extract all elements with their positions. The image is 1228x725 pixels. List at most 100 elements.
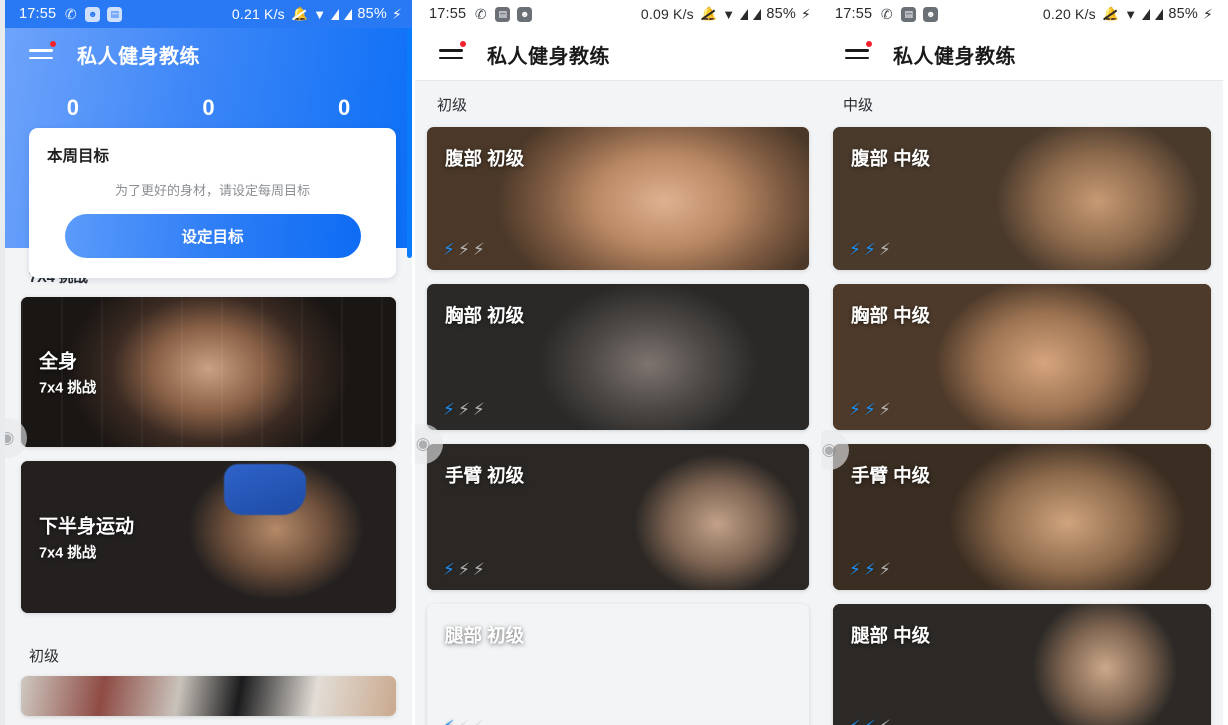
wifi-icon: ▼ xyxy=(722,6,736,22)
card-title: 胸部 初级 xyxy=(445,305,525,326)
page-title: 私人健身教练 xyxy=(77,45,200,68)
bolt-icon: ⚡ xyxy=(879,718,891,725)
bolt-icon: ⚡ xyxy=(863,240,876,259)
notification-badge-dot xyxy=(50,41,56,47)
card-title: 腹部 初级 xyxy=(445,148,525,169)
bolt-icon: ⚡ xyxy=(878,240,891,259)
bolt-icon: ⚡ xyxy=(473,718,485,725)
intermediate-content: 中级 腹部 中级 ⚡ ⚡ ⚡ 胸部 中级 ⚡ ⚡ ⚡ 手臂 中级 ⚡ ⚡ ⚡ 腿… xyxy=(821,80,1223,725)
signal-icon xyxy=(740,8,749,20)
section-title-beginner: 初级 xyxy=(437,97,468,114)
app-icon: ☻ xyxy=(923,6,939,22)
status-time: 17:55 xyxy=(835,6,873,22)
bell-off-icon: 🔔 xyxy=(291,6,309,21)
bolt-icon: ⚡ xyxy=(864,718,876,725)
bolt-icon: ⚡ xyxy=(863,560,876,579)
menu-icon[interactable] xyxy=(29,41,57,65)
pictures-icon: ▤ xyxy=(107,6,123,22)
difficulty-indicator: ⚡ ⚡ ⚡ xyxy=(849,561,891,578)
section-title-beginner: 初级 xyxy=(29,647,60,665)
wechat-icon: ✆ xyxy=(880,5,893,22)
status-bar: 17:55 ✆ ☻ ▤ 0.21 K/s 🔔 ▼ 85% ⚡ xyxy=(5,0,412,28)
workout-card-arm-beginner[interactable]: 手臂 初级 ⚡ ⚡ ⚡ xyxy=(427,444,809,590)
card-title: 手臂 中级 xyxy=(851,465,931,486)
workout-card-leg-beginner[interactable]: 腿部 初级 ⚡ ⚡ ⚡ xyxy=(427,604,809,725)
bolt-icon: ⚡ xyxy=(443,400,455,419)
bolt-icon: ⚡ xyxy=(458,718,470,725)
card-title: 全身 xyxy=(39,351,78,372)
card-photo xyxy=(21,675,396,716)
page-title: 私人健身教练 xyxy=(487,45,610,68)
workout-card-abs-intermediate[interactable]: 腹部 中级 ⚡ ⚡ ⚡ xyxy=(833,127,1211,270)
weekly-goal-card: 本周目标 为了更好的身材，请设定每周目标 设定目标 xyxy=(29,128,396,278)
workout-card-arm-intermediate[interactable]: 手臂 中级 ⚡ ⚡ ⚡ xyxy=(833,444,1211,590)
network-rate: 0.20 K/s xyxy=(1042,6,1096,22)
menu-icon[interactable] xyxy=(439,41,467,65)
signal-icon xyxy=(331,8,340,20)
bolt-icon: ⚡ xyxy=(457,240,470,259)
bell-off-icon: 🔔 xyxy=(700,6,718,21)
bolt-icon: ⚡ xyxy=(849,718,861,725)
signal-icon xyxy=(753,8,762,20)
status-bar-right: 0.20 K/s 🔔 ▼ 85% ⚡ xyxy=(1043,6,1213,23)
bolt-icon: ⚡ xyxy=(878,560,891,579)
phone-screen-home: 17:55 ✆ ☻ ▤ 0.21 K/s 🔔 ▼ 85% ⚡ 私人健身教练 0 … xyxy=(0,0,412,725)
difficulty-indicator: ⚡ ⚡ ⚡ xyxy=(849,718,891,725)
charging-icon: ⚡ xyxy=(391,5,402,22)
status-bar: 17:55 ✆ ▤ ☻ 0.20 K/s 🔔 ▼ 85% ⚡ xyxy=(821,0,1223,28)
card-label: 下半身运动 7x4 挑战 xyxy=(39,511,134,562)
app-icon: ☻ xyxy=(85,6,101,22)
workout-card-lowerbody[interactable]: 下半身运动 7x4 挑战 xyxy=(21,460,396,613)
battery-level: 85% xyxy=(357,6,387,22)
stat-value: 0 xyxy=(338,95,351,120)
section-title-intermediate: 中级 xyxy=(843,97,874,114)
app-icon: ☻ xyxy=(517,6,533,22)
workout-card-abs-beginner[interactable]: 腹部 初级 ⚡ ⚡ ⚡ xyxy=(427,127,809,270)
scrollbar[interactable] xyxy=(407,28,412,258)
status-bar: 17:55 ✆ ▤ ☻ 0.09 K/s 🔔 ▼ 85% ⚡ xyxy=(415,0,821,28)
assistant-icon: ◉ xyxy=(821,440,837,459)
phone-screen-intermediate: 17:55 ✆ ▤ ☻ 0.20 K/s 🔔 ▼ 85% ⚡ 私人健身教练 中级… xyxy=(821,0,1223,725)
set-goal-button[interactable]: 设定目标 xyxy=(64,214,361,258)
assistant-icon: ◉ xyxy=(0,428,15,447)
signal-icon xyxy=(344,8,353,20)
home-hero: 私人健身教练 0 运动 0 千卡 0 分钟 本周目标 为了更好的身材，请设定每周 xyxy=(5,28,412,278)
signal-icon xyxy=(1155,8,1164,20)
bell-off-icon: 🔔 xyxy=(1102,6,1120,21)
card-subtitle: 7x4 挑战 xyxy=(39,380,97,396)
difficulty-indicator: ⚡ ⚡ ⚡ xyxy=(443,718,485,725)
network-rate: 0.21 K/s xyxy=(231,6,285,22)
stat-value: 0 xyxy=(202,95,215,120)
pictures-icon: ▤ xyxy=(495,6,511,22)
workout-card-fullbody[interactable]: 全身 7x4 挑战 xyxy=(21,296,396,447)
battery-level: 85% xyxy=(766,6,796,22)
pictures-icon: ▤ xyxy=(901,6,917,22)
status-bar-right: 0.21 K/s 🔔 ▼ 85% ⚡ xyxy=(232,6,402,23)
bolt-icon: ⚡ xyxy=(878,400,891,419)
status-time: 17:55 xyxy=(19,6,57,22)
bolt-icon: ⚡ xyxy=(443,560,455,579)
workout-card-chest-intermediate[interactable]: 胸部 中级 ⚡ ⚡ ⚡ xyxy=(833,284,1211,430)
workout-card-leg-intermediate[interactable]: 腿部 中级 ⚡ ⚡ ⚡ xyxy=(833,604,1211,725)
status-bar-left: 17:55 ✆ ▤ ☻ xyxy=(429,5,533,22)
card-title: 下半身运动 xyxy=(39,516,135,537)
page-title: 私人健身教练 xyxy=(893,45,1016,68)
bolt-icon: ⚡ xyxy=(849,240,861,259)
card-title: 手臂 初级 xyxy=(445,465,525,486)
screenshot-root: 17:55 ✆ ☻ ▤ 0.21 K/s 🔔 ▼ 85% ⚡ 私人健身教练 0 … xyxy=(0,0,1228,725)
difficulty-indicator: ⚡ ⚡ ⚡ xyxy=(849,401,891,418)
card-title: 胸部 中级 xyxy=(851,305,931,326)
wechat-icon: ✆ xyxy=(64,5,77,22)
phone-screen-beginner: 17:55 ✆ ▤ ☻ 0.09 K/s 🔔 ▼ 85% ⚡ 私人健身教练 初级… xyxy=(415,0,821,725)
workout-card-partial[interactable] xyxy=(21,675,396,716)
bolt-icon: ⚡ xyxy=(863,400,876,419)
workout-card-chest-beginner[interactable]: 胸部 初级 ⚡ ⚡ ⚡ xyxy=(427,284,809,430)
menu-icon[interactable] xyxy=(845,41,873,65)
notification-badge-dot xyxy=(866,41,872,47)
battery-level: 85% xyxy=(1168,6,1198,22)
assistant-icon: ◉ xyxy=(415,434,431,453)
wechat-icon: ✆ xyxy=(474,5,487,22)
app-bar: 私人健身教练 xyxy=(415,28,821,80)
bolt-icon: ⚡ xyxy=(849,560,861,579)
card-title: 腹部 中级 xyxy=(851,148,931,169)
